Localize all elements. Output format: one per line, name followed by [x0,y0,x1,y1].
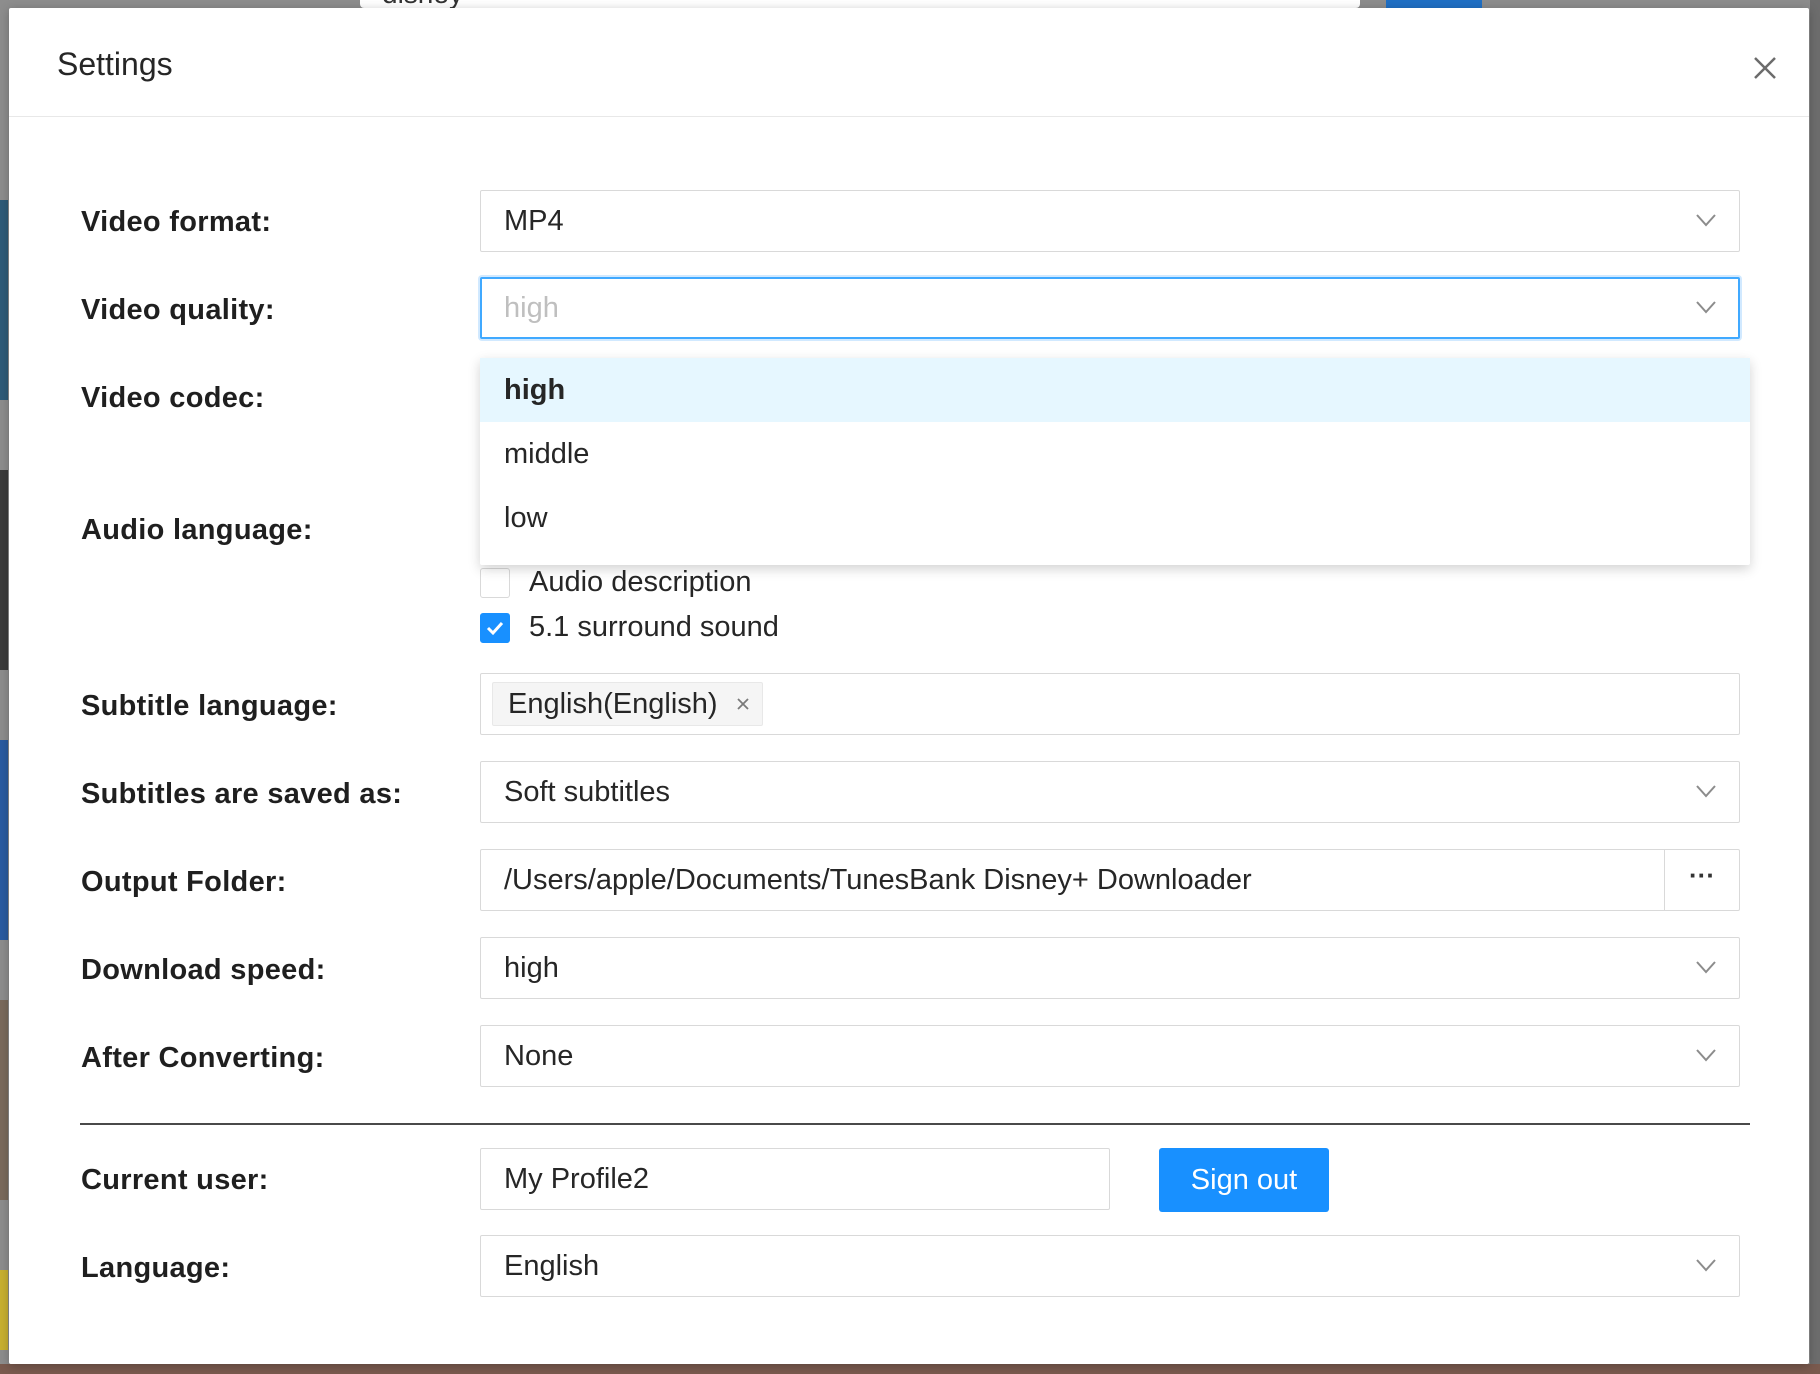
chevron-down-icon [1696,1049,1716,1062]
surround-sound-label: 5.1 surround sound [529,611,779,643]
output-folder-label: Output Folder: [81,866,287,898]
language-label: Language: [81,1252,231,1284]
video-quality-placeholder: high [504,292,559,324]
settings-dialog: Settings Video format: MP4 Video quality… [9,8,1809,1364]
subtitle-language-select[interactable]: English(English) [480,673,1740,735]
video-codec-label: Video codec: [81,382,265,414]
surround-sound-checkbox[interactable] [480,613,510,643]
after-converting-label: After Converting: [81,1042,325,1074]
dialog-header: Settings [9,8,1809,117]
current-user-label: Current user: [81,1164,269,1196]
dialog-title: Settings [57,46,173,82]
current-user-field[interactable]: My Profile2 [480,1148,1110,1210]
browse-folder-button[interactable]: ··· [1664,850,1739,910]
language-select[interactable]: English [480,1235,1740,1297]
video-format-label: Video format: [81,206,272,238]
audio-language-label: Audio language: [81,514,313,546]
video-quality-dropdown: high middle low [480,358,1750,565]
close-icon [1754,57,1776,79]
video-quality-label: Video quality: [81,294,275,326]
background-search-bar [360,0,1360,8]
section-divider [80,1123,1750,1125]
background-thumbnail [0,200,8,400]
chevron-down-icon [1696,214,1716,227]
chevron-down-icon [1696,961,1716,974]
download-speed-label: Download speed: [81,954,326,986]
background-thumbnail [0,470,8,670]
download-speed-select[interactable]: high [480,937,1740,999]
remove-tag-icon[interactable] [736,697,750,711]
dropdown-option-high[interactable]: high [480,358,1750,422]
subtitle-language-tag: English(English) [492,682,763,726]
dropdown-option-low[interactable]: low [480,486,1750,550]
background-thumbnail [0,740,8,940]
subtitles-saved-as-value: Soft subtitles [504,776,671,808]
audio-description-checkbox[interactable] [480,568,510,598]
video-format-select[interactable]: MP4 [480,190,1740,252]
chevron-down-icon [1696,1259,1716,1272]
background-thumbnail [0,1000,8,1200]
subtitle-tag-label: English(English) [508,688,718,720]
sign-out-button[interactable]: Sign out [1159,1148,1329,1212]
subtitles-saved-as-label: Subtitles are saved as: [81,778,403,810]
close-button[interactable] [1747,50,1783,86]
background-footer [0,1364,1820,1374]
background-thumbnail [0,1270,8,1350]
after-converting-select[interactable]: None [480,1025,1740,1087]
chevron-down-icon [1696,301,1716,314]
video-format-value: MP4 [504,205,564,237]
subtitle-language-label: Subtitle language: [81,690,338,722]
language-value: English [504,1250,600,1282]
download-speed-value: high [504,952,559,984]
background-scrollbar [1810,0,1820,1374]
audio-description-label: Audio description [529,566,752,598]
more-icon: ··· [1689,860,1715,890]
background-search-button [1386,0,1482,8]
video-quality-select[interactable]: high [480,277,1740,339]
checkmark-icon [486,621,504,636]
current-user-value: My Profile2 [504,1163,650,1195]
subtitles-saved-as-select[interactable]: Soft subtitles [480,761,1740,823]
output-folder-input[interactable]: /Users/apple/Documents/TunesBank Disney+… [480,849,1740,911]
dropdown-option-middle[interactable]: middle [480,422,1750,486]
output-folder-value: /Users/apple/Documents/TunesBank Disney+… [504,864,1252,896]
chevron-down-icon [1696,785,1716,798]
after-converting-value: None [504,1040,574,1072]
